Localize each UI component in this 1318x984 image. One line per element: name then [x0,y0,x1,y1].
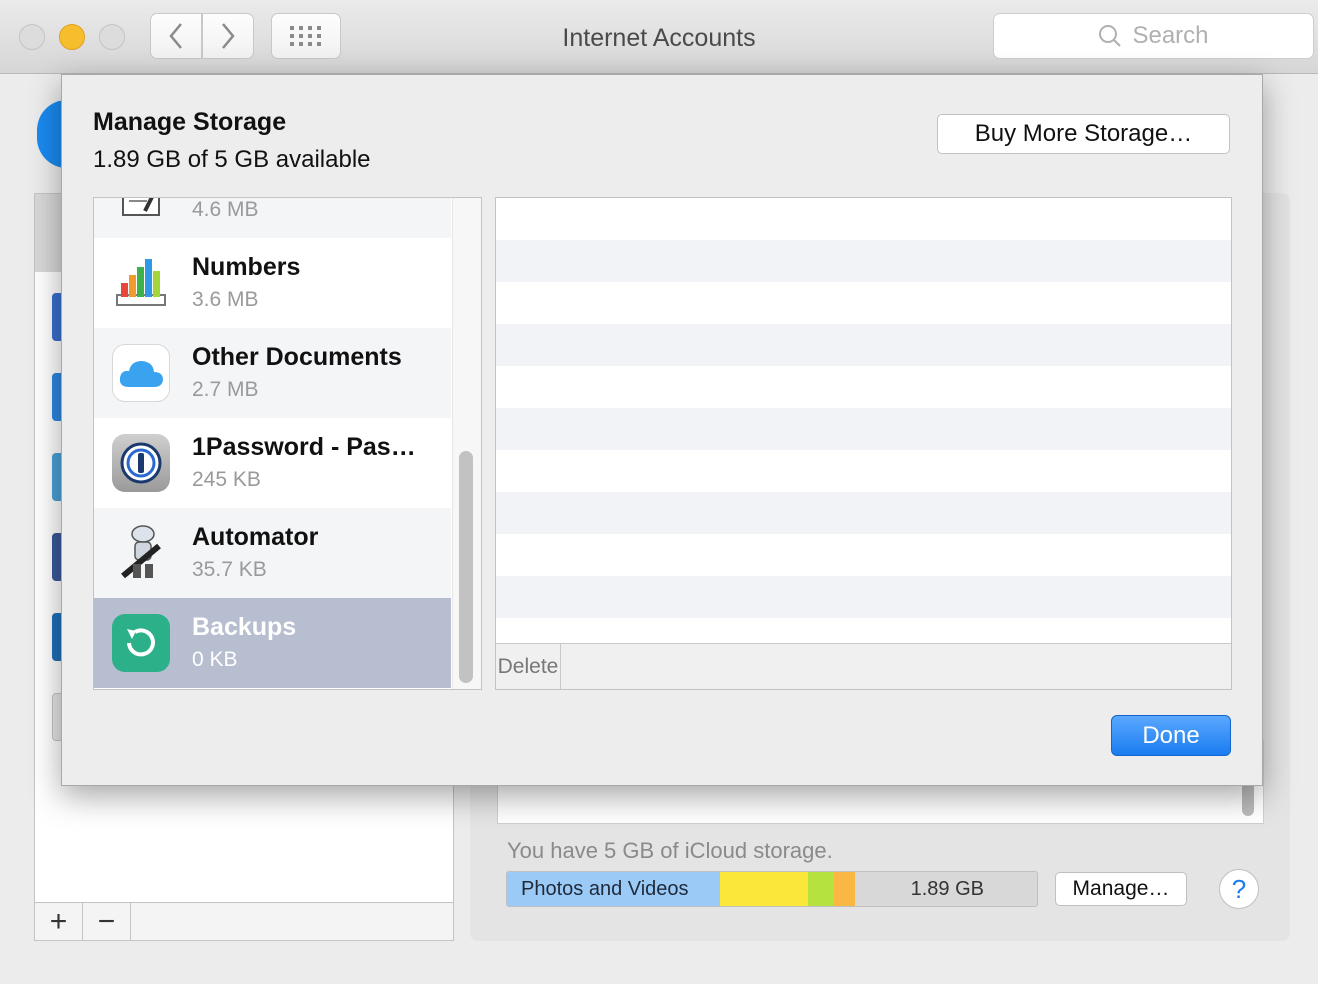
app-name: Backups [192,613,297,641]
app-size: 4.6 MB [192,198,259,221]
storage-available: 1.89 GB of 5 GB available [93,146,371,173]
textedit-icon [112,198,170,222]
app-name: Numbers [192,253,301,281]
document-list-row [496,492,1231,534]
document-list-row [496,324,1231,366]
numbers-icon [112,254,170,312]
search-icon [1099,25,1122,47]
manage-storage-sheet: Manage Storage 1.89 GB of 5 GB available… [61,74,1263,786]
remove-account-button[interactable]: − [83,903,131,940]
storage-bar: Photos and Videos 1.89 GB [506,871,1038,907]
app-size: 0 KB [192,648,238,671]
document-list-row [496,576,1231,618]
1password-icon [112,434,170,492]
title-bar: Internet Accounts Search [0,0,1318,74]
done-button[interactable]: Done [1111,715,1231,756]
storage-segment-other [834,872,855,906]
app-size: 245 KB [192,468,261,491]
storage-used-value: 1.89 GB [910,878,984,900]
backup-icon [112,614,170,672]
list-item-automator[interactable]: Automator 35.7 KB [94,508,451,598]
storage-segment-mail [808,872,834,906]
list-item-1password[interactable]: 1Password - Pas… 245 KB [94,418,451,508]
accounts-list-footer: + − [34,902,454,941]
app-name: Automator [192,523,319,551]
app-size: 35.7 KB [192,558,267,581]
delete-button[interactable]: Delete [496,644,561,689]
document-list-footer: Delete [496,643,1231,689]
search-placeholder: Search [1132,22,1209,49]
app-size: 3.6 MB [192,288,259,311]
help-button[interactable]: ? [1219,869,1259,909]
document-list-row [496,240,1231,282]
document-list[interactable]: Delete [495,197,1232,690]
manage-button[interactable]: Manage… [1055,872,1187,906]
storage-summary: You have 5 GB of iCloud storage. [507,838,833,863]
storage-bar-label: Photos and Videos [521,878,689,900]
automator-icon [112,524,170,582]
document-list-row [496,408,1231,450]
icloud-icon [112,344,170,402]
list-item-other-documents[interactable]: Other Documents 2.7 MB [94,328,451,418]
list-item-textedit[interactable]: 4.6 MB [94,198,451,238]
app-size: 2.7 MB [192,378,259,401]
app-list-scrollbar[interactable] [459,451,473,683]
app-storage-list[interactable]: 4.6 MB Numbers 3.6 MB Other Documents 2.… [93,197,482,690]
search-field[interactable]: Search [993,13,1314,59]
app-name: 1Password - Pas… [192,433,416,461]
add-account-button[interactable]: + [35,903,83,940]
storage-segment-docs [720,872,808,906]
sheet-title: Manage Storage [93,108,287,136]
app-name: Other Documents [192,343,402,371]
list-item-backups[interactable]: Backups 0 KB [94,598,451,688]
buy-more-storage-button[interactable]: Buy More Storage… [937,114,1230,154]
list-item-numbers[interactable]: Numbers 3.6 MB [94,238,451,328]
